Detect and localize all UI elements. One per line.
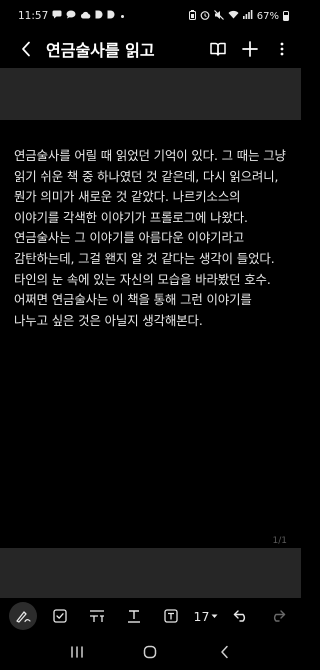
checkbox-button[interactable] — [46, 602, 74, 630]
text-box-icon — [163, 609, 178, 623]
text-style-icon — [89, 610, 104, 622]
pen-icon — [15, 611, 31, 623]
more-vert-icon — [280, 42, 284, 56]
back-button[interactable] — [16, 37, 36, 61]
dot-indicator — [121, 14, 125, 18]
chevron-left-icon — [22, 41, 30, 57]
system-back-button[interactable] — [209, 637, 239, 667]
status-left: 11:57 — [18, 10, 125, 22]
more-options-button[interactable] — [273, 39, 291, 59]
text-box-button[interactable] — [157, 602, 185, 630]
message-icon — [52, 10, 62, 22]
redo-icon — [274, 610, 286, 622]
recent-apps-button[interactable] — [62, 637, 92, 667]
caret-down-icon — [211, 614, 218, 618]
add-icon — [242, 41, 258, 57]
chevron-left-icon — [220, 645, 228, 659]
font-size-selector[interactable]: 17 — [194, 609, 219, 624]
add-button[interactable] — [241, 39, 259, 59]
bottom-toolbar-area — [0, 548, 301, 598]
app-header: 연금술사를 읽고 — [0, 32, 301, 66]
wifi-icon — [228, 10, 239, 22]
mute-icon — [213, 9, 224, 23]
recent-apps-icon — [71, 646, 83, 658]
battery-percent: 67% — [256, 10, 279, 22]
status-bar: 11:57 67% — [0, 0, 301, 32]
d-app-icon — [107, 10, 115, 22]
battery-saver-icon — [188, 9, 196, 23]
checkbox-icon — [52, 609, 67, 623]
undo-icon — [234, 610, 246, 622]
chat-bubble-icon — [66, 10, 76, 22]
reading-mode-button[interactable] — [209, 39, 227, 59]
home-button[interactable] — [135, 637, 165, 667]
status-time: 11:57 — [18, 10, 49, 22]
header-actions — [209, 39, 291, 59]
undo-button[interactable] — [227, 602, 255, 630]
pen-mode-button[interactable] — [8, 602, 37, 630]
book-icon — [210, 42, 226, 56]
d-app-icon — [95, 10, 103, 22]
system-nav-bar — [0, 634, 301, 670]
page-indicator: 1/1 — [272, 536, 287, 546]
redo-button[interactable] — [264, 602, 292, 630]
font-size-value: 17 — [193, 608, 210, 624]
note-body-text[interactable]: 연금술사를 어릴 때 읽었던 기억이 있다. 그 때는 그냥 읽기 쉬운 책 중… — [14, 146, 288, 331]
underline-button[interactable] — [120, 602, 148, 630]
top-toolbar-area — [0, 68, 301, 120]
text-style-button[interactable] — [83, 602, 111, 630]
status-right: 67% — [188, 9, 289, 23]
alarm-icon — [200, 10, 210, 23]
page-title: 연금술사를 읽고 — [46, 41, 155, 60]
home-icon — [144, 645, 157, 659]
cloud-icon — [80, 11, 91, 22]
battery-icon — [283, 11, 289, 21]
battery-level — [284, 14, 288, 20]
format-toolbar: 17 — [0, 598, 301, 634]
underline-icon — [127, 610, 140, 623]
signal-icon — [242, 10, 253, 22]
